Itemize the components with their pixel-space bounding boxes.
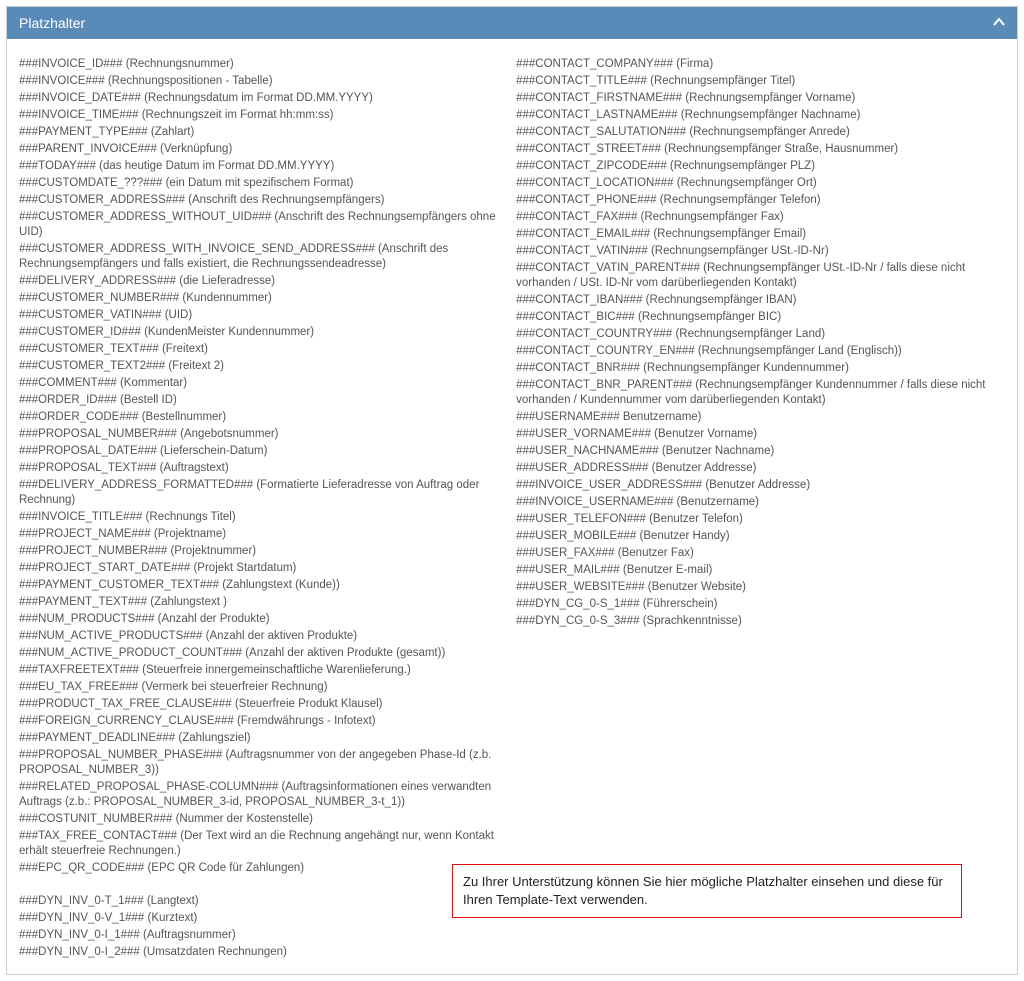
placeholder-item: ###COMMENT### (Kommentar) [19,376,502,391]
placeholder-item: ###DYN_INV_0-I_2### (Umsatzdaten Rechnun… [19,945,502,960]
placeholder-item [19,878,502,892]
placeholder-item: ###CUSTOMER_ID### (KundenMeister Kundenn… [19,325,502,340]
placeholder-item: ###CUSTOMER_ADDRESS_WITHOUT_UID### (Ansc… [19,210,502,240]
placeholder-item: ###TODAY### (das heutige Datum im Format… [19,159,502,174]
placeholder-item: ###NUM_ACTIVE_PRODUCTS### (Anzahl der ak… [19,629,502,644]
placeholder-item: ###PAYMENT_TEXT### (Zahlungstext ) [19,595,502,610]
placeholder-item: ###CONTACT_BNR### (Rechnungsempfänger Ku… [516,361,999,376]
placeholder-item: ###EPC_QR_CODE### (EPC QR Code für Zahlu… [19,861,502,876]
placeholder-item: ###CONTACT_FAX### (Rechnungsempfänger Fa… [516,210,999,225]
placeholder-item: ###USER_MOBILE### (Benutzer Handy) [516,529,999,544]
placeholder-item: ###USER_FAX### (Benutzer Fax) [516,546,999,561]
placeholder-item: ###FOREIGN_CURRENCY_CLAUSE### (Fremdwähr… [19,714,502,729]
help-callout-text: Zu Ihrer Unterstützung können Sie hier m… [463,874,943,907]
placeholder-item: ###PRODUCT_TAX_FREE_CLAUSE### (Steuerfre… [19,697,502,712]
placeholder-item: ###CUSTOMER_TEXT2### (Freitext 2) [19,359,502,374]
placeholder-item: ###INVOICE_DATE### (Rechnungsdatum im Fo… [19,91,502,106]
placeholder-item: ###CUSTOMDATE_???### (ein Datum mit spez… [19,176,502,191]
placeholder-item: ###CONTACT_VATIN### (Rechnungsempfänger … [516,244,999,259]
placeholder-item: ###DYN_CG_0-S_3### (Sprachkenntnisse) [516,614,999,629]
placeholder-item: ###CONTACT_FIRSTNAME### (Rechnungsempfän… [516,91,999,106]
placeholder-item: ###CONTACT_IBAN### (Rechnungsempfänger I… [516,293,999,308]
placeholder-item: ###PROPOSAL_DATE### (Lieferschein-Datum) [19,444,502,459]
placeholder-panel: Platzhalter ###INVOICE_ID### (Rechnungsn… [6,6,1018,975]
placeholder-item: ###CONTACT_STREET### (Rechnungsempfänger… [516,142,999,157]
placeholder-item: ###USER_VORNAME### (Benutzer Vorname) [516,427,999,442]
placeholder-item: ###PROPOSAL_NUMBER_PHASE### (Auftragsnum… [19,748,502,778]
placeholder-item: ###PROJECT_START_DATE### (Projekt Startd… [19,561,502,576]
placeholder-item: ###USER_ADDRESS### (Benutzer Addresse) [516,461,999,476]
placeholder-item: ###USER_WEBSITE### (Benutzer Website) [516,580,999,595]
placeholder-item: ###DELIVERY_ADDRESS_FORMATTED### (Format… [19,478,502,508]
placeholder-item: ###ORDER_CODE### (Bestellnummer) [19,410,502,425]
panel-title: Platzhalter [19,15,85,31]
placeholder-item: ###PAYMENT_CUSTOMER_TEXT### (Zahlungstex… [19,578,502,593]
placeholder-item: ###TAXFREETEXT### (Steuerfreie innergeme… [19,663,502,678]
placeholder-item: ###INVOICE_ID### (Rechnungsnummer) [19,57,502,72]
placeholder-item: ###DELIVERY_ADDRESS### (die Lieferadress… [19,274,502,289]
placeholder-item: ###PROPOSAL_TEXT### (Auftragstext) [19,461,502,476]
placeholder-item: ###CONTACT_SALUTATION### (Rechnungsempfä… [516,125,999,140]
placeholder-item: ###DYN_CG_0-S_1### (Führerschein) [516,597,999,612]
placeholder-item: ###PAYMENT_DEADLINE### (Zahlungsziel) [19,731,502,746]
placeholder-item: ###CONTACT_VATIN_PARENT### (Rechnungsemp… [516,261,999,291]
placeholder-item: ###CONTACT_LASTNAME### (Rechnungsempfäng… [516,108,999,123]
placeholder-item: ###CONTACT_COMPANY### (Firma) [516,57,999,72]
placeholder-item: ###CONTACT_BIC### (Rechnungsempfänger BI… [516,310,999,325]
placeholder-item: ###CONTACT_COUNTRY_EN### (Rechnungsempfä… [516,344,999,359]
placeholder-item: ###PROJECT_NAME### (Projektname) [19,527,502,542]
placeholder-item: ###USER_TELEFON### (Benutzer Telefon) [516,512,999,527]
placeholder-item: ###CONTACT_EMAIL### (Rechnungsempfänger … [516,227,999,242]
placeholder-item: ###PROJECT_NUMBER### (Projektnummer) [19,544,502,559]
placeholder-item: ###PARENT_INVOICE### (Verknüpfung) [19,142,502,157]
placeholder-item: ###USER_NACHNAME### (Benutzer Nachname) [516,444,999,459]
placeholder-item: ###INVOICE### (Rechnungspositionen - Tab… [19,74,502,89]
help-callout: Zu Ihrer Unterstützung können Sie hier m… [452,864,962,918]
placeholder-item: ###CONTACT_ZIPCODE### (Rechnungsempfänge… [516,159,999,174]
placeholder-item: ###INVOICE_USER_ADDRESS### (Benutzer Add… [516,478,999,493]
panel-body: ###INVOICE_ID### (Rechnungsnummer) ###INV… [7,39,1017,974]
placeholder-item: ###USERNAME### Benutzername) [516,410,999,425]
placeholder-item: ###INVOICE_TITLE### (Rechnungs Titel) [19,510,502,525]
placeholder-item: ###CONTACT_COUNTRY### (Rechnungsempfänge… [516,327,999,342]
placeholder-item: ###CONTACT_BNR_PARENT### (Rechnungsempfä… [516,378,999,408]
placeholder-column-left: ###INVOICE_ID### (Rechnungsnummer) ###INV… [19,57,502,960]
placeholder-item: ###USER_MAIL### (Benutzer E-mail) [516,563,999,578]
placeholder-item: ###RELATED_PROPOSAL_PHASE-COLUMN### (Auf… [19,780,502,810]
placeholder-item: ###EU_TAX_FREE### (Vermerk bei steuerfre… [19,680,502,695]
placeholder-item: ###NUM_ACTIVE_PRODUCT_COUNT### (Anzahl d… [19,646,502,661]
placeholder-item: ###COSTUNIT_NUMBER### (Nummer der Kosten… [19,812,502,827]
placeholder-item: ###DYN_INV_0-T_1### (Langtext) [19,894,502,909]
placeholder-item: ###CUSTOMER_ADDRESS### (Anschrift des Re… [19,193,502,208]
placeholder-item: ###TAX_FREE_CONTACT### (Der Text wird an… [19,829,502,859]
placeholder-item: ###CUSTOMER_NUMBER### (Kundennummer) [19,291,502,306]
placeholder-item: ###CUSTOMER_TEXT### (Freitext) [19,342,502,357]
placeholder-item: ###CONTACT_TITLE### (Rechnungsempfänger … [516,74,999,89]
placeholder-item: ###INVOICE_TIME### (Rechnungszeit im For… [19,108,502,123]
placeholder-item: ###NUM_PRODUCTS### (Anzahl der Produkte) [19,612,502,627]
placeholder-item: ###CUSTOMER_ADDRESS_WITH_INVOICE_SEND_AD… [19,242,502,272]
placeholder-item: ###ORDER_ID### (Bestell ID) [19,393,502,408]
chevron-up-icon[interactable] [993,16,1005,30]
placeholder-column-right: ###CONTACT_COMPANY### (Firma) ###CONTACT_… [516,57,999,960]
placeholder-item: ###CONTACT_PHONE### (Rechnungsempfänger … [516,193,999,208]
placeholder-item: ###PROPOSAL_NUMBER### (Angebotsnummer) [19,427,502,442]
placeholder-item: ###CONTACT_LOCATION### (Rechnungsempfäng… [516,176,999,191]
placeholder-item: ###PAYMENT_TYPE### (Zahlart) [19,125,502,140]
panel-header: Platzhalter [7,7,1017,39]
placeholder-item: ###INVOICE_USERNAME### (Benutzername) [516,495,999,510]
placeholder-item: ###DYN_INV_0-I_1### (Auftragsnummer) [19,928,502,943]
placeholder-item: ###DYN_INV_0-V_1### (Kurztext) [19,911,502,926]
placeholder-item: ###CUSTOMER_VATIN### (UID) [19,308,502,323]
